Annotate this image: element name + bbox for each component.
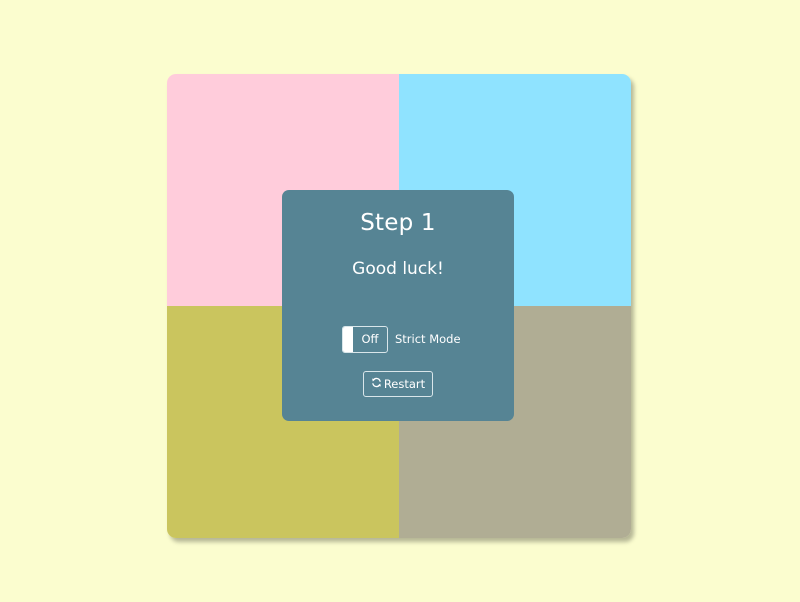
strict-mode-toggle[interactable]: Off [342, 326, 388, 353]
restart-label: Restart [383, 377, 426, 391]
toggle-state-label: Off [361, 332, 379, 346]
strict-mode-label: Strict Mode [395, 332, 461, 346]
status-message: Good luck! [352, 259, 444, 279]
strict-mode-row: Off Strict Mode [282, 326, 514, 353]
refresh-icon [371, 372, 382, 396]
restart-button[interactable]: Restart [363, 371, 433, 397]
control-panel: Step 1 Good luck! Off Strict Mode Restar… [282, 190, 514, 421]
step-counter: Step 1 [360, 210, 436, 236]
toggle-knob [343, 327, 353, 352]
